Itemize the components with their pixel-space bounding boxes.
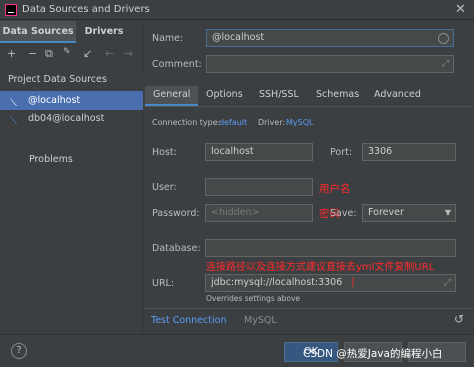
mysql-icon: ⟍	[10, 116, 17, 127]
save-label: Save:	[330, 208, 357, 219]
save-select[interactable]: Forever ▼	[362, 204, 456, 222]
annotation-url-note: 连接路径以及连接方式建议直接去yml文件复制URL	[206, 262, 435, 273]
password-field[interactable]: <hidden>	[205, 204, 313, 222]
problems-item[interactable]: Problems	[29, 154, 73, 165]
cursor-mark: |	[351, 277, 355, 288]
section-header: Project Data Sources	[0, 71, 143, 89]
left-toolbar: + − ⧉ ✎ ↙ ← →	[0, 45, 143, 65]
watermark: CSDN @热爱Java的编程小白	[303, 348, 443, 360]
name-label: Name:	[152, 33, 184, 44]
remove-icon[interactable]: −	[28, 47, 37, 60]
port-field[interactable]: 3306	[362, 143, 456, 161]
password-label: Password:	[152, 208, 200, 219]
dialog-footer: ? OK CSDN @热爱Java的编程小白	[0, 334, 474, 367]
wrench-icon[interactable]: ✎	[63, 47, 71, 57]
color-picker-icon[interactable]	[438, 33, 449, 44]
test-connection-link[interactable]: Test Connection	[151, 315, 226, 326]
help-icon[interactable]: ?	[11, 343, 27, 359]
tab-schemas[interactable]: Schemas	[316, 86, 359, 106]
comment-label: Comment:	[152, 59, 202, 70]
database-field[interactable]	[205, 239, 456, 257]
password-placeholder: <hidden>	[211, 207, 260, 218]
left-tabs: Data Sources Drivers	[0, 21, 143, 43]
driver-label: Driver:	[258, 118, 286, 127]
datasource-item-localhost[interactable]: ⟍ @localhost	[0, 91, 143, 110]
tab-ssh-ssl[interactable]: SSH/SSL	[259, 86, 299, 106]
test-bar: Test Connection MySQL ↺	[144, 308, 474, 332]
tab-general[interactable]: General	[145, 86, 199, 106]
user-field[interactable]	[205, 178, 313, 196]
tab-drivers[interactable]: Drivers	[78, 21, 130, 43]
import-icon[interactable]: ↙	[83, 47, 92, 60]
left-panel	[0, 21, 143, 334]
back-icon[interactable]: ←	[105, 47, 114, 60]
tab-data-sources[interactable]: Data Sources	[0, 21, 76, 43]
settings-tabs: General Options SSH/SSL Schemas Advanced	[144, 86, 474, 106]
port-label: Port:	[330, 147, 353, 158]
chevron-down-icon: ▼	[444, 208, 451, 217]
expand-icon[interactable]: ⤢	[444, 275, 451, 291]
duplicate-icon[interactable]: ⧉	[45, 47, 53, 61]
url-label: URL:	[152, 278, 175, 289]
datasource-label: @localhost	[28, 95, 81, 106]
tab-divider	[144, 106, 474, 107]
tab-options[interactable]: Options	[206, 86, 243, 106]
database-label: Database:	[152, 243, 201, 254]
expand-icon[interactable]: ⤢	[442, 56, 449, 72]
annotation-username: 用户名	[319, 183, 351, 195]
host-field[interactable]: localhost	[205, 143, 313, 161]
app-logo-icon	[5, 4, 17, 16]
comment-field[interactable]: ⤢	[206, 55, 454, 73]
url-value: jdbc:mysql://localhost:3306	[211, 277, 343, 288]
test-driver-label: MySQL	[244, 315, 277, 326]
driver-link[interactable]: MySQL	[286, 118, 313, 127]
url-field[interactable]: jdbc:mysql://localhost:3306 | ⤢	[205, 274, 456, 292]
name-field[interactable]: @localhost	[206, 29, 454, 47]
datasource-label: db04@localhost	[28, 113, 105, 124]
datasource-item-db04[interactable]: ⟍ db04@localhost	[0, 109, 143, 128]
reset-icon[interactable]: ↺	[454, 312, 464, 326]
add-icon[interactable]: +	[7, 47, 16, 60]
name-value: @localhost	[212, 32, 265, 43]
tab-advanced[interactable]: Advanced	[374, 86, 421, 106]
host-label: Host:	[152, 147, 177, 158]
connection-type-link[interactable]: default	[219, 118, 247, 127]
window-title: Data Sources and Drivers	[22, 4, 150, 15]
forward-icon[interactable]: →	[124, 47, 133, 60]
close-icon[interactable]: ✕	[455, 2, 466, 17]
url-hint: Overrides settings above	[206, 294, 301, 303]
save-value: Forever	[368, 207, 404, 218]
connection-type-label: Connection type:	[152, 118, 221, 127]
user-label: User:	[152, 182, 177, 193]
